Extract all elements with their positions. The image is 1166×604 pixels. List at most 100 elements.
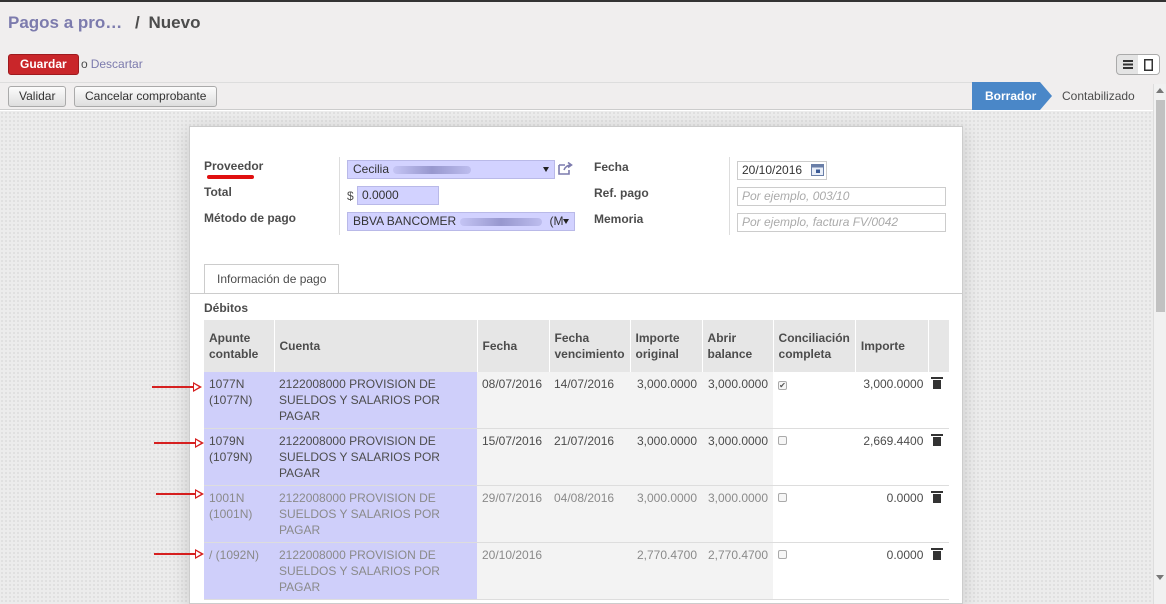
memoria-input[interactable]: Por ejemplo, factura FV/0042 <box>737 213 946 232</box>
column-header-conciliacion[interactable]: Conciliación completa <box>773 320 856 372</box>
reconcile-checkbox[interactable] <box>778 493 788 502</box>
column-header-importe-original[interactable]: Importe original <box>630 320 703 372</box>
scroll-up-icon[interactable] <box>1156 88 1164 93</box>
cell-cuenta[interactable]: 2122008000 PROVISION DE SUELDOS Y SALARI… <box>274 428 477 486</box>
table-row[interactable]: / (1092N) 2122008000 PROVISION DE SUELDO… <box>204 542 950 600</box>
proveedor-select[interactable]: Cecilia <box>347 160 555 179</box>
cancel-voucher-button[interactable]: Cancelar comprobante <box>74 86 218 107</box>
chevron-down-icon <box>543 167 549 172</box>
scroll-thumb[interactable] <box>1156 100 1165 312</box>
cell-delete <box>928 485 950 543</box>
tab-informacion-pago[interactable]: Información de pago <box>204 264 340 294</box>
cell-delete <box>928 428 950 486</box>
cell-vencimiento: 14/07/2016 <box>549 372 631 429</box>
cell-delete <box>928 542 950 600</box>
breadcrumb-separator: / <box>135 13 140 32</box>
form-sheet: Proveedor Total Método de pago Cecilia $… <box>189 126 963 604</box>
redacted-text <box>460 217 543 226</box>
view-switcher <box>1116 54 1160 75</box>
discard-group: o Descartar <box>81 57 143 71</box>
cell-vencimiento <box>549 542 631 600</box>
trash-icon[interactable] <box>931 434 944 446</box>
cell-importe[interactable]: 0.0000 <box>855 542 929 600</box>
reconcile-checkbox[interactable] <box>778 436 788 445</box>
table-row[interactable]: 1077N (1077N) 2122008000 PROVISION DE SU… <box>204 372 950 429</box>
breadcrumb-parent-link[interactable]: Pagos a pro… <box>8 13 122 32</box>
metodo-pago-suffix: (M <box>549 214 564 228</box>
scroll-down-icon[interactable] <box>1156 575 1164 580</box>
ref-pago-label: Ref. pago <box>594 186 649 200</box>
column-divider <box>729 157 730 235</box>
column-header-cuenta[interactable]: Cuenta <box>274 320 478 372</box>
cell-importe[interactable]: 2,669.4400 <box>855 428 929 486</box>
discard-link[interactable]: Descartar <box>91 57 143 71</box>
status-draft[interactable]: Borrador <box>972 82 1052 110</box>
column-divider <box>339 157 340 235</box>
column-header-actions <box>928 320 950 372</box>
list-view-button[interactable] <box>1117 55 1138 74</box>
column-header-vencimiento[interactable]: Fecha vencimiento <box>549 320 631 372</box>
cell-vencimiento: 21/07/2016 <box>549 428 631 486</box>
trash-icon[interactable] <box>931 491 944 503</box>
status-indicator: Borrador Contabilizado <box>972 82 1166 110</box>
table-row[interactable]: 1079N (1079N) 2122008000 PROVISION DE SU… <box>204 428 950 486</box>
column-header-apunte[interactable]: Apunte contable <box>204 320 275 372</box>
memoria-placeholder: Por ejemplo, factura FV/0042 <box>742 215 899 229</box>
proveedor-label: Proveedor <box>204 159 264 173</box>
column-header-abrir-balance[interactable]: Abrir balance <box>702 320 774 372</box>
save-button[interactable]: Guardar <box>8 54 79 75</box>
cell-importe-original: 3,000.0000 <box>630 485 703 543</box>
cell-cuenta[interactable]: 2122008000 PROVISION DE SUELDOS Y SALARI… <box>274 542 477 600</box>
cell-abrir-balance: 3,000.0000 <box>702 485 774 543</box>
table-header-row: Apunte contable Cuenta Fecha Fecha venci… <box>204 320 950 372</box>
calendar-icon[interactable] <box>811 164 824 176</box>
annotation-underline <box>207 175 254 179</box>
column-header-importe[interactable]: Importe <box>855 320 929 372</box>
status-posted[interactable]: Contabilizado <box>1040 82 1166 110</box>
cell-fecha: 15/07/2016 <box>477 428 549 486</box>
validate-button[interactable]: Validar <box>8 86 67 107</box>
cell-importe[interactable]: 0.0000 <box>855 485 929 543</box>
cell-abrir-balance: 3,000.0000 <box>702 428 774 486</box>
annotation-arrow <box>154 438 204 448</box>
cell-abrir-balance: 3,000.0000 <box>702 372 774 429</box>
cell-apunte[interactable]: 1077N (1077N) <box>204 372 274 429</box>
table-row[interactable]: 1001N (1001N) 2122008000 PROVISION DE SU… <box>204 485 950 543</box>
metodo-pago-value: BBVA BANCOMER <box>353 214 457 228</box>
cell-importe-original: 2,770.4700 <box>630 542 703 600</box>
fecha-value: 20/10/2016 <box>742 163 803 177</box>
chevron-down-icon <box>563 219 569 224</box>
redacted-text <box>393 165 472 174</box>
cell-delete <box>928 372 950 429</box>
reconcile-checkbox[interactable] <box>778 550 788 559</box>
form-icon <box>1144 58 1153 71</box>
or-text: o <box>81 57 88 71</box>
cell-fecha: 08/07/2016 <box>477 372 549 429</box>
cell-importe[interactable]: 3,000.0000 <box>855 372 929 429</box>
cell-fecha: 29/07/2016 <box>477 485 549 543</box>
cell-apunte[interactable]: 1079N (1079N) <box>204 428 274 486</box>
metodo-pago-select[interactable]: BBVA BANCOMER (M <box>347 212 575 231</box>
fecha-input[interactable]: 20/10/2016 <box>737 161 827 180</box>
proveedor-value: Cecilia <box>353 162 390 176</box>
form-view-button[interactable] <box>1138 55 1159 74</box>
cell-importe-original: 3,000.0000 <box>630 428 703 486</box>
cell-cuenta[interactable]: 2122008000 PROVISION DE SUELDOS Y SALARI… <box>274 485 477 543</box>
trash-icon[interactable] <box>931 548 944 560</box>
cell-abrir-balance: 2,770.4700 <box>702 542 774 600</box>
column-header-fecha[interactable]: Fecha <box>477 320 550 372</box>
ref-pago-placeholder: Por ejemplo, 003/10 <box>742 189 850 203</box>
cell-conciliacion <box>773 542 856 600</box>
cell-cuenta[interactable]: 2122008000 PROVISION DE SUELDOS Y SALARI… <box>274 372 477 429</box>
ref-pago-input[interactable]: Por ejemplo, 003/10 <box>737 187 946 206</box>
total-input[interactable]: 0.0000 <box>357 186 439 205</box>
cell-vencimiento: 04/08/2016 <box>549 485 631 543</box>
external-link-icon[interactable] <box>558 162 574 175</box>
trash-icon[interactable] <box>931 377 944 389</box>
reconcile-checkbox-checked[interactable]: ✔ <box>778 381 788 390</box>
currency-symbol: $ <box>347 189 354 203</box>
cell-apunte[interactable]: 1001N (1001N) <box>204 485 274 543</box>
cell-apunte[interactable]: / (1092N) <box>204 542 274 600</box>
annotation-arrow <box>156 489 204 499</box>
vertical-scrollbar[interactable] <box>1153 84 1166 604</box>
